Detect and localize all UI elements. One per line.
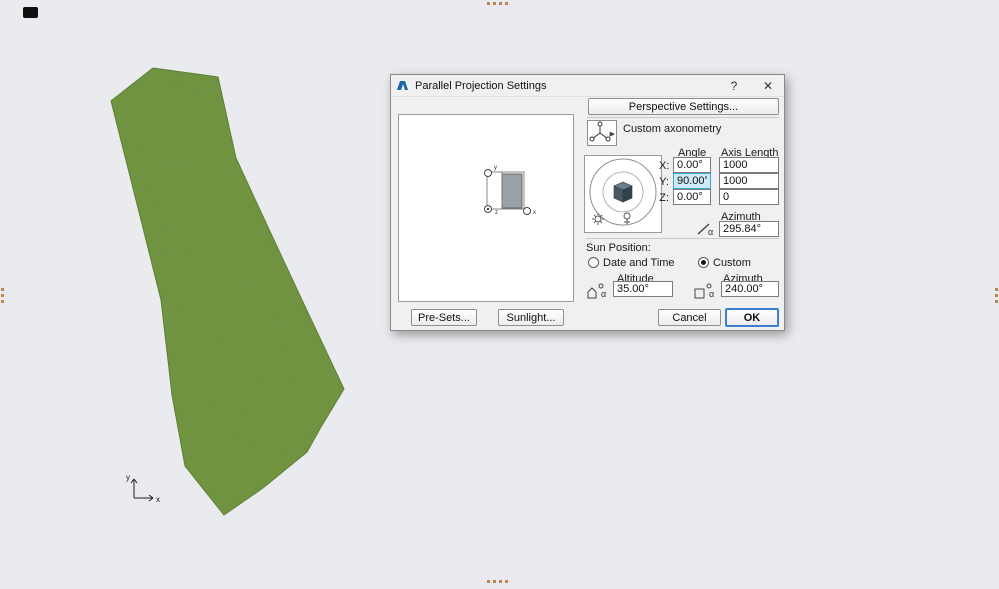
radio-custom-label[interactable]: Custom xyxy=(713,257,751,269)
ok-button[interactable]: OK xyxy=(725,308,779,327)
axonometry-icon xyxy=(588,121,612,145)
preview-handle-y[interactable] xyxy=(485,170,492,177)
radio-date-and-time-label[interactable]: Date and Time xyxy=(603,257,675,269)
z-length-input[interactable] xyxy=(719,189,779,205)
separator xyxy=(587,117,779,118)
edge-marker-bottom xyxy=(487,580,509,583)
parallel-projection-settings-dialog: Parallel Projection Settings ? ✕ Perspec… xyxy=(390,74,785,331)
camera-azimuth-icon: α xyxy=(695,221,717,237)
sun-position-label: Sun Position: xyxy=(586,242,651,254)
viewport-3d[interactable]: y x Parallel Projection Settings ? ✕ Per… xyxy=(0,0,999,589)
axis-y-label: y xyxy=(126,473,130,482)
y-angle-input[interactable] xyxy=(673,173,711,189)
projection-preview-drawing: y z x xyxy=(399,115,573,301)
archicad-icon xyxy=(396,79,409,92)
x-angle-input[interactable] xyxy=(673,157,711,173)
edge-marker-top xyxy=(487,2,509,5)
perspective-settings-button[interactable]: Perspective Settings... xyxy=(588,98,779,115)
presets-button[interactable]: Pre-Sets... xyxy=(411,309,477,326)
axonometry-type-button[interactable]: ▶ xyxy=(587,120,617,146)
z-angle-input[interactable] xyxy=(673,189,711,205)
radio-custom[interactable] xyxy=(698,257,709,268)
preview-y-label: y xyxy=(494,165,497,171)
y-length-input[interactable] xyxy=(719,173,779,189)
axis-x-label: x xyxy=(156,495,160,504)
flyout-arrow-icon: ▶ xyxy=(610,130,615,138)
sun-altitude-input[interactable] xyxy=(613,281,673,297)
preview-z-label: z xyxy=(495,210,498,216)
svg-text:α: α xyxy=(601,289,606,299)
preview-x-label: x xyxy=(533,210,536,216)
sunlight-button[interactable]: Sunlight... xyxy=(498,309,564,326)
corner-icon[interactable] xyxy=(23,7,38,18)
radio-date-and-time[interactable] xyxy=(588,257,599,268)
camera-azimuth-input[interactable] xyxy=(719,221,779,237)
x-length-input[interactable] xyxy=(719,157,779,173)
dialog-titlebar[interactable]: Parallel Projection Settings ? ✕ xyxy=(391,75,784,97)
sun-azimuth-icon: α xyxy=(693,282,719,300)
close-button[interactable]: ✕ xyxy=(760,79,776,93)
y-axis-label: Y: xyxy=(659,176,669,188)
svg-text:α: α xyxy=(708,227,713,237)
preview-handle-x[interactable] xyxy=(524,208,531,215)
dialog-title: Parallel Projection Settings xyxy=(415,80,720,92)
cancel-button[interactable]: Cancel xyxy=(658,309,721,326)
projection-preview-pane[interactable]: y z x xyxy=(398,114,574,302)
rotation-dial[interactable] xyxy=(584,155,662,233)
x-axis-label: X: xyxy=(659,160,669,172)
edge-marker-right xyxy=(995,288,998,304)
sun-azimuth-input[interactable] xyxy=(721,281,779,297)
z-axis-label: Z: xyxy=(659,192,669,204)
edge-marker-left xyxy=(1,288,4,304)
sun-altitude-icon: α xyxy=(585,282,611,300)
separator xyxy=(586,238,779,239)
svg-text:α: α xyxy=(709,289,714,299)
origin-axis-indicator: y x xyxy=(120,470,164,508)
axonometry-type-label: Custom axonometry xyxy=(623,123,721,135)
terrain-texture xyxy=(100,58,355,526)
help-button[interactable]: ? xyxy=(726,79,742,93)
rotation-dial-drawing xyxy=(585,156,661,232)
